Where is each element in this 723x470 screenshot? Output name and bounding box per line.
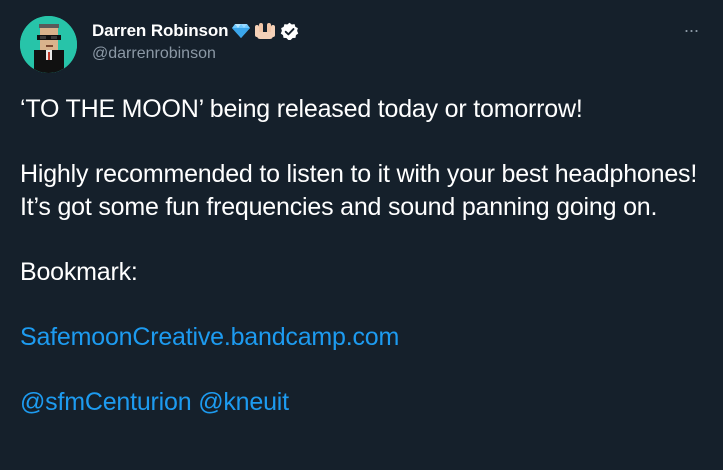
verified-badge-icon bbox=[280, 22, 299, 41]
pixel-avatar-icon bbox=[20, 16, 77, 73]
raising-hands-icon bbox=[254, 22, 276, 40]
tweet-line-2: Highly recommended to listen to it with … bbox=[20, 160, 698, 221]
tweet-line-3: Bookmark: bbox=[20, 258, 138, 286]
author-name-row: Darren Robinson bbox=[92, 20, 299, 42]
avatar[interactable] bbox=[20, 16, 77, 73]
tweet-line-1: ‘TO THE MOON’ being released today or to… bbox=[20, 95, 583, 123]
tweet-mentions-paragraph: @sfmCenturion @kneuit bbox=[20, 386, 710, 419]
more-options-icon: ··· bbox=[683, 19, 700, 40]
author-display-name[interactable]: Darren Robinson bbox=[92, 21, 229, 41]
mention-sfmcenturion[interactable]: @sfmCenturion bbox=[20, 388, 192, 416]
tweet-link-paragraph: SafemoonCreative.bandcamp.com bbox=[20, 321, 710, 354]
bandcamp-link[interactable]: SafemoonCreative.bandcamp.com bbox=[20, 323, 399, 351]
tweet-text: ‘TO THE MOON’ being released today or to… bbox=[20, 93, 710, 419]
tweet-card: Darren Robinson @darrenrobinson ··· ‘TO … bbox=[0, 0, 723, 470]
author-handle[interactable]: @darrenrobinson bbox=[92, 45, 216, 63]
more-options-button[interactable]: ··· bbox=[679, 20, 703, 40]
gem-icon bbox=[232, 23, 251, 39]
mention-kneuit[interactable]: @kneuit bbox=[198, 388, 289, 416]
